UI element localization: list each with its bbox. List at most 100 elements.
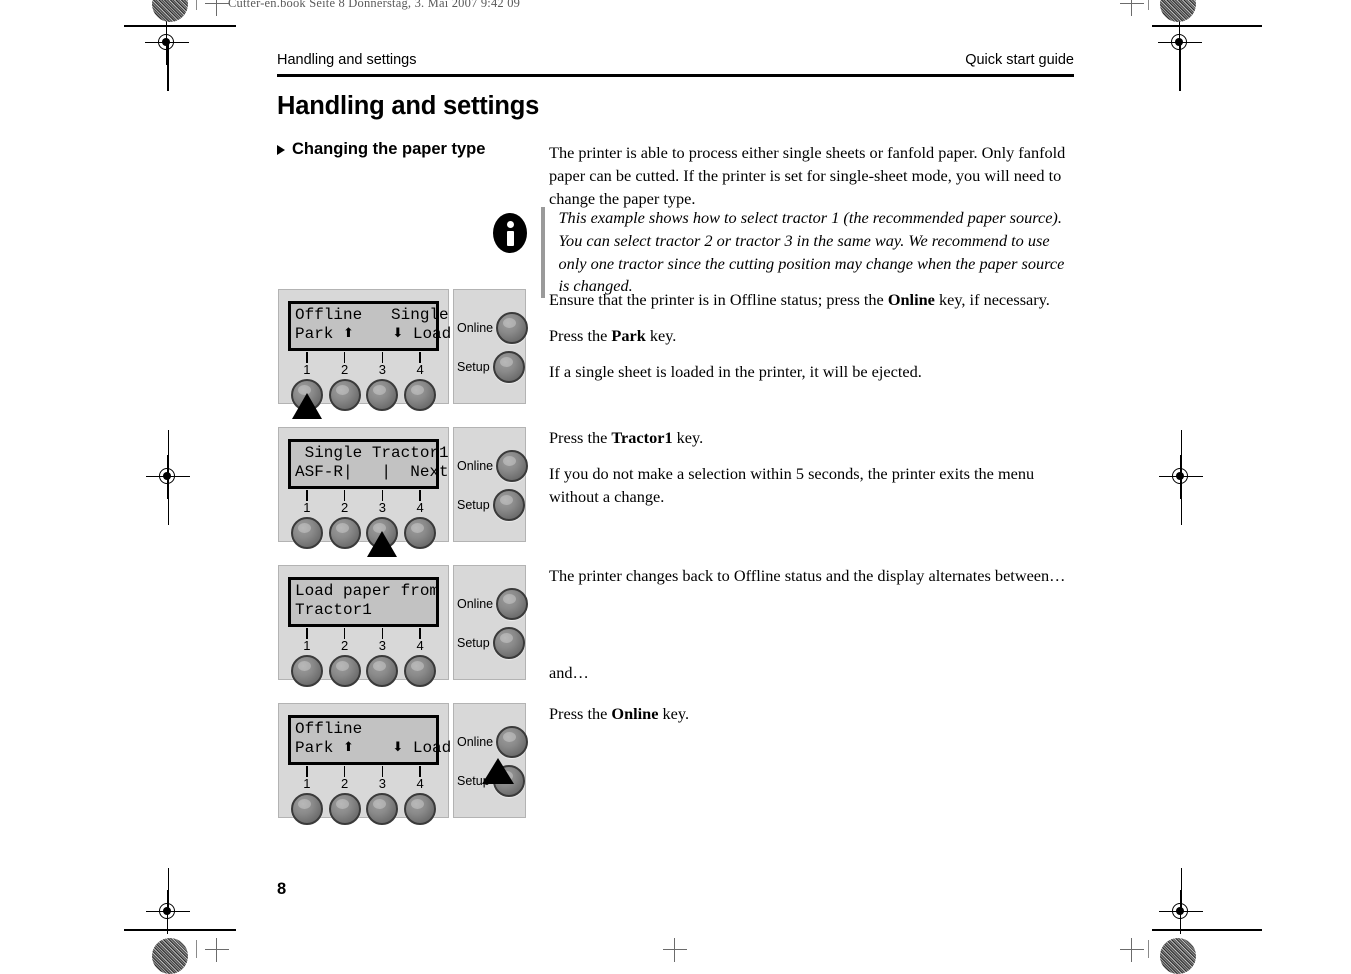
header-rule	[277, 74, 1074, 77]
step-1-text-1: Ensure that the printer is in Offline st…	[549, 290, 1050, 309]
intro-paragraph: The printer is able to process either si…	[549, 143, 1066, 209]
function-button-3[interactable]	[364, 655, 402, 687]
function-button-1[interactable]	[288, 655, 326, 687]
step-1-text-2: Press the Park key.	[549, 326, 677, 346]
function-button-3[interactable]	[364, 517, 402, 557]
setup-button-3[interactable]: Setup	[457, 627, 525, 659]
function-button-row-4	[288, 793, 439, 825]
function-button-4[interactable]	[401, 517, 439, 549]
function-button-4[interactable]	[401, 655, 439, 687]
function-button-2[interactable]	[326, 379, 364, 411]
lcd-display-3: Load paper from Tractor1	[288, 577, 439, 627]
tick-3: 3	[364, 766, 402, 791]
setup-button-label: Setup	[457, 636, 490, 650]
online-knob[interactable]	[496, 450, 529, 482]
button-tick-row-3: 1 2 3 4	[288, 628, 439, 653]
button-tick-row-4: 1 2 3 4	[288, 766, 439, 791]
function-button-1[interactable]	[288, 379, 326, 419]
function-button-4[interactable]	[401, 793, 439, 825]
step-3-text-block: The printer changes back to Offline stat…	[549, 564, 1074, 587]
color-rosette-top-left	[152, 0, 188, 22]
online-knob[interactable]	[496, 312, 529, 344]
trim-rule-mid-left-v	[167, 430, 170, 525]
online-button-label: Online	[457, 321, 494, 335]
online-knob[interactable]	[496, 726, 529, 758]
step-2-text-1: Press the Tractor1 key.	[549, 428, 704, 447]
note-block: This example shows how to select tractor…	[490, 207, 1074, 299]
lcd-line-2: Tractor1	[295, 601, 372, 620]
button-tick-row-1: 1 2 3 4	[288, 352, 439, 377]
color-rosette-bottom-right	[1160, 938, 1196, 974]
control-panel-main-3: Load paper from Tractor1 1 2 3 4	[278, 565, 449, 687]
function-button-row-2	[288, 517, 439, 557]
tick-2: 2	[326, 490, 364, 515]
tick-1: 1	[288, 766, 326, 791]
setup-knob[interactable]	[492, 351, 525, 383]
lcd-line-1: Offline	[295, 720, 363, 739]
note-accent-bar	[541, 207, 545, 299]
online-knob[interactable]	[496, 588, 529, 620]
trim-rule-bottom-right-v	[1180, 868, 1183, 914]
operator-panel-figure-4: Offline Park ⬆ ⬇ Load 1 2 3 4 Online Set…	[278, 703, 529, 825]
setup-knob[interactable]	[492, 627, 525, 659]
edge-cross-bottom-right	[1120, 938, 1144, 962]
running-head-left: Handling and settings	[277, 52, 417, 68]
tick-2: 2	[326, 352, 364, 377]
function-button-4[interactable]	[401, 379, 439, 411]
tick-4: 4	[401, 352, 439, 377]
setup-button-label: Setup	[457, 360, 490, 374]
control-panel-main-1: Offline Single Park ⬆ ⬇ Load 1 2 3 4	[278, 289, 452, 419]
online-button-4[interactable]: Online	[457, 726, 529, 758]
setup-button-2[interactable]: Setup	[457, 489, 525, 521]
lcd-line-2: Park ⬆ ⬇ Load	[295, 325, 452, 344]
tick-4: 4	[401, 628, 439, 653]
step-4-text-block: Press the Online key.	[549, 702, 1074, 725]
lcd-line-2: ASF-R| | Next	[295, 463, 449, 482]
edge-tick-top-right	[1148, 0, 1150, 10]
pointer-triangle-icon	[367, 531, 398, 557]
online-button-label: Online	[457, 735, 494, 749]
function-button-1[interactable]	[288, 517, 326, 549]
operator-panel-figure-2: Single Tractor1 ASF-R| | Next 1 2 3 4 On…	[278, 427, 529, 557]
online-button-2[interactable]: Online	[457, 450, 529, 482]
online-button-label: Online	[457, 597, 494, 611]
edge-cross-bottom-center	[663, 938, 687, 962]
lcd-line-1: Offline Single	[295, 306, 449, 325]
function-button-1[interactable]	[288, 793, 326, 825]
tick-3: 3	[364, 352, 402, 377]
trim-rule-mid-right-v	[1180, 430, 1183, 525]
step-3-text-2: and…	[549, 663, 589, 682]
trim-rule-bottom-left	[124, 929, 236, 932]
note-text: This example shows how to select tractor…	[558, 208, 1065, 296]
function-button-2[interactable]	[326, 517, 364, 549]
function-button-row-3	[288, 655, 439, 687]
function-button-3[interactable]	[364, 379, 402, 411]
function-button-2[interactable]	[326, 655, 364, 687]
setup-knob[interactable]	[492, 489, 525, 521]
control-panel-main-2: Single Tractor1 ASF-R| | Next 1 2 3 4	[278, 427, 449, 557]
online-button-3[interactable]: Online	[457, 588, 529, 620]
trim-rule-top-left-v	[167, 43, 169, 91]
tick-1: 1	[288, 352, 326, 377]
triangle-bullet-icon	[277, 144, 285, 155]
color-rosette-top-right	[1160, 0, 1196, 22]
step-3-text-block-and: and…	[549, 661, 1074, 684]
tick-4: 4	[401, 490, 439, 515]
tick-1: 1	[288, 628, 326, 653]
step-1-text-block: Ensure that the printer is in Offline st…	[549, 288, 1074, 383]
tick-4: 4	[401, 766, 439, 791]
edge-tick-bottom-right	[1148, 940, 1150, 958]
setup-button-1[interactable]: Setup	[457, 351, 525, 383]
function-button-3[interactable]	[364, 793, 402, 825]
control-panel-side-1: Online Setup	[453, 289, 529, 404]
info-icon	[490, 213, 530, 253]
lcd-display-2: Single Tractor1 ASF-R| | Next	[288, 439, 449, 489]
edge-cross-top-left	[205, 0, 229, 16]
step-2-text-2: If you do not make a selection within 5 …	[549, 464, 1035, 507]
operator-panel-figure-1: Offline Single Park ⬆ ⬇ Load 1 2 3 4 Onl…	[278, 289, 529, 419]
function-button-2[interactable]	[326, 793, 364, 825]
tick-2: 2	[326, 766, 364, 791]
pointer-triangle-up-icon	[482, 758, 514, 784]
page-number: 8	[277, 880, 287, 898]
online-button-1[interactable]: Online	[457, 312, 529, 344]
